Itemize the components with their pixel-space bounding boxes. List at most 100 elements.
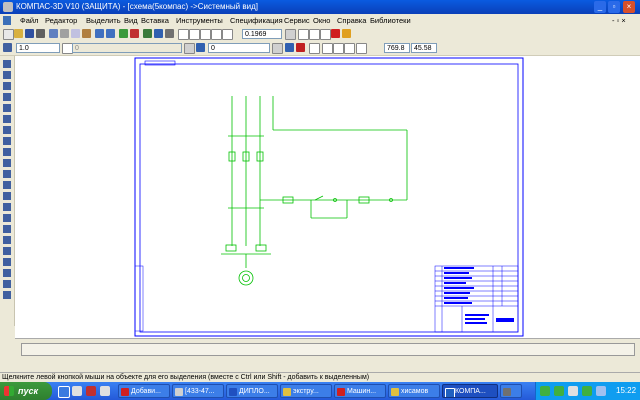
snap-icon[interactable] — [333, 43, 344, 54]
symbols-icon[interactable] — [3, 82, 11, 90]
style-field[interactable]: 0 — [208, 43, 270, 53]
copy-icon[interactable] — [71, 29, 80, 38]
reports-icon[interactable] — [3, 148, 11, 156]
zoom-scale-icon[interactable] — [222, 29, 233, 40]
menu-edit[interactable]: Редактор — [45, 16, 77, 25]
text-icon[interactable] — [3, 247, 11, 255]
scale-field[interactable]: 1.0 — [16, 43, 60, 53]
menu-tools[interactable]: Инструменты — [176, 16, 223, 25]
task-khisamov[interactable]: хисамов — [388, 384, 440, 398]
menu-file[interactable]: Файл — [20, 16, 38, 25]
save-icon[interactable] — [25, 29, 34, 38]
print-icon[interactable] — [36, 29, 45, 38]
eraser-icon[interactable] — [296, 43, 305, 52]
minimize-button[interactable]: _ — [594, 1, 606, 13]
ortho-icon[interactable] — [322, 43, 333, 54]
document-icon[interactable] — [3, 16, 11, 25]
zoom-out-icon[interactable] — [189, 29, 200, 40]
dimensions-icon[interactable] — [3, 71, 11, 79]
network-icon[interactable] — [540, 386, 550, 396]
cancel-icon[interactable] — [331, 29, 340, 38]
menu-service[interactable]: Сервис — [284, 16, 310, 25]
parametrize-icon[interactable] — [3, 104, 11, 112]
paste-icon[interactable] — [82, 29, 91, 38]
menu-select[interactable]: Выделить — [86, 16, 121, 25]
volume-icon[interactable] — [596, 386, 606, 396]
chevron-down-icon[interactable] — [272, 43, 283, 54]
language-icon[interactable] — [568, 386, 578, 396]
clock[interactable]: 15:22 — [616, 386, 636, 395]
explorer-icon[interactable] — [100, 386, 110, 396]
spec-icon[interactable] — [3, 137, 11, 145]
task-mashin[interactable]: Машин... — [334, 384, 386, 398]
undo-icon[interactable] — [95, 29, 104, 38]
grid-step-icon[interactable] — [3, 43, 12, 52]
menu-insert[interactable]: Вставка — [141, 16, 169, 25]
edit-icon[interactable] — [3, 93, 11, 101]
desktop-icon[interactable] — [72, 386, 82, 396]
maximize-button[interactable]: ▫ — [608, 1, 620, 13]
start-button[interactable]: пуск — [0, 382, 52, 400]
pencil-icon[interactable] — [285, 43, 294, 52]
tool-icon[interactable] — [342, 29, 351, 38]
antivirus-icon[interactable] — [554, 386, 564, 396]
preview-icon[interactable] — [49, 29, 58, 38]
pan-icon[interactable] — [298, 29, 309, 40]
update-icon[interactable] — [582, 386, 592, 396]
help-icon[interactable] — [165, 29, 174, 38]
chevron-down-icon[interactable] — [184, 43, 195, 54]
attributes-icon[interactable] — [3, 170, 11, 178]
menu-view[interactable]: Вид — [124, 16, 138, 25]
close-button[interactable]: × — [623, 1, 635, 13]
redo-icon[interactable] — [106, 29, 115, 38]
line-icon[interactable] — [3, 181, 11, 189]
coord-x-field[interactable]: 769.8 — [384, 43, 410, 53]
variables-icon[interactable] — [119, 29, 128, 38]
layers-icon[interactable] — [320, 29, 331, 40]
properties-field[interactable] — [21, 343, 635, 356]
chevron-down-icon[interactable] — [285, 29, 296, 40]
media-icon[interactable] — [86, 386, 96, 396]
task-dobavi[interactable]: Добави... — [118, 384, 170, 398]
menu-libraries[interactable]: Библиотеки — [370, 16, 411, 25]
open-icon[interactable] — [14, 29, 23, 38]
grid-icon[interactable] — [309, 43, 320, 54]
chamfer-icon[interactable] — [3, 291, 11, 299]
circle-icon[interactable] — [3, 192, 11, 200]
cut-icon[interactable] — [60, 29, 69, 38]
zoom-window-icon[interactable] — [200, 29, 211, 40]
drawing-canvas[interactable] — [15, 56, 640, 338]
table-icon[interactable] — [3, 258, 11, 266]
layer-field[interactable]: 0 — [72, 43, 182, 53]
style-icon[interactable] — [196, 43, 205, 52]
document-window-buttons[interactable]: - ▫ × — [612, 16, 626, 25]
insert-icon[interactable] — [3, 159, 11, 167]
task-kompas[interactable]: КОМПА... — [442, 384, 498, 398]
refresh-icon[interactable] — [309, 29, 320, 40]
local-cs-icon[interactable] — [344, 43, 355, 54]
polyline-icon[interactable] — [3, 225, 11, 233]
cursor-icon[interactable] — [356, 43, 367, 54]
task-group[interactable] — [500, 384, 522, 398]
task-ekstru[interactable]: экстру... — [280, 384, 332, 398]
hatch-icon[interactable] — [3, 236, 11, 244]
properties-icon[interactable] — [130, 29, 139, 38]
arc-icon[interactable] — [3, 203, 11, 211]
task-433[interactable]: [433-47... — [172, 384, 224, 398]
manager-icon[interactable] — [154, 29, 163, 38]
coord-y-field[interactable]: 45.58 — [411, 43, 437, 53]
zoom-in-icon[interactable] — [178, 29, 189, 40]
menu-window[interactable]: Окно — [313, 16, 330, 25]
task-diplo[interactable]: ДИПЛО... — [226, 384, 278, 398]
point-icon[interactable] — [3, 269, 11, 277]
zoom-all-icon[interactable] — [211, 29, 222, 40]
new-file-icon[interactable] — [3, 29, 14, 40]
selection-icon[interactable] — [3, 126, 11, 134]
zoom-field[interactable]: 0.1969 — [242, 29, 282, 39]
ie-icon[interactable] — [58, 386, 70, 398]
library-icon[interactable] — [143, 29, 152, 38]
menu-specification[interactable]: Спецификация — [230, 16, 283, 25]
geometry-icon[interactable] — [3, 60, 11, 68]
rectangle-icon[interactable] — [3, 214, 11, 222]
measure-icon[interactable] — [3, 115, 11, 123]
